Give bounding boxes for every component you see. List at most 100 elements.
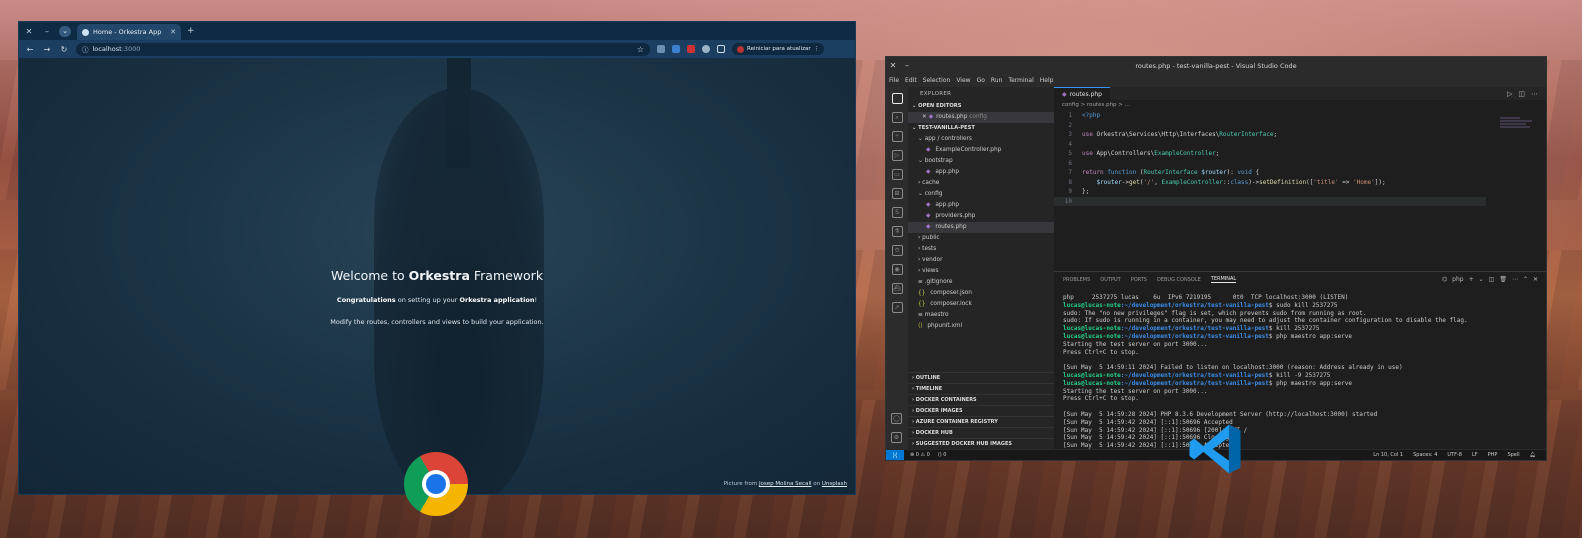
code-line[interactable]: 9}; bbox=[1054, 187, 1486, 197]
tree-item[interactable]: ◆ app.php bbox=[908, 167, 1054, 178]
panel-tab-output[interactable]: OUTPUT bbox=[1100, 277, 1120, 283]
close-icon[interactable]: ✕ bbox=[886, 61, 900, 70]
tab-close-icon[interactable]: ✕ bbox=[170, 28, 176, 36]
explorer-icon[interactable] bbox=[891, 93, 903, 104]
shell-label[interactable]: php bbox=[1452, 276, 1463, 283]
tree-item[interactable]: › vendor bbox=[908, 255, 1054, 266]
menu-view[interactable]: View bbox=[956, 77, 970, 84]
run-debug-icon[interactable]: ▷ bbox=[891, 150, 903, 161]
search-icon[interactable]: ⌕ bbox=[891, 112, 903, 123]
update-button[interactable]: Reiniciar para atualizar ⋮ bbox=[732, 43, 825, 55]
credit-site-link[interactable]: Unsplash bbox=[822, 481, 847, 487]
live-share-icon[interactable]: ↗ bbox=[891, 302, 903, 313]
minimize-icon[interactable]: – bbox=[41, 27, 53, 36]
more-actions-icon[interactable]: ⋯ bbox=[1531, 90, 1538, 98]
section-docker-hub[interactable]: › DOCKER HUB bbox=[908, 427, 1054, 438]
extension-translate-icon[interactable] bbox=[672, 45, 680, 53]
ports-status[interactable]: () 0 bbox=[938, 452, 947, 458]
terminal-shell-icon[interactable]: ⌬ bbox=[1442, 276, 1447, 283]
tree-item[interactable]: ◆ providers.php bbox=[908, 211, 1054, 222]
minimap[interactable] bbox=[1500, 117, 1536, 133]
extensions-puzzle-icon[interactable] bbox=[717, 45, 725, 53]
tree-item[interactable]: ≡ .gitignore bbox=[908, 277, 1054, 288]
editor-tab-routes[interactable]: ◆ routes.php bbox=[1054, 87, 1110, 100]
indentation-status[interactable]: Spaces: 4 bbox=[1413, 452, 1437, 458]
testing-icon[interactable]: ⚗ bbox=[891, 226, 903, 237]
tab-search-icon[interactable]: ⌄ bbox=[59, 25, 71, 37]
code-line[interactable]: 8 $router->get('/', ExampleController::c… bbox=[1054, 178, 1486, 188]
menu-help[interactable]: Help bbox=[1040, 77, 1054, 84]
github-icon[interactable]: ◉ bbox=[891, 264, 903, 275]
notifications-bell-icon[interactable]: 🔔︎ bbox=[1530, 452, 1536, 458]
tree-item[interactable]: ⌄ bootstrap bbox=[908, 156, 1054, 167]
ssh-icon[interactable]: S bbox=[891, 207, 903, 218]
minimize-icon[interactable]: – bbox=[900, 61, 914, 70]
panel-tab-debug-console[interactable]: DEBUG CONSOLE bbox=[1157, 277, 1201, 283]
code-line[interactable]: 3 use Orkestra\Services\Http\Interfaces\R… bbox=[1054, 130, 1486, 140]
problems-status[interactable]: ⊗ 0 ⚠ 0 bbox=[910, 452, 930, 458]
code-line[interactable]: 2 bbox=[1054, 121, 1486, 131]
remote-explorer-icon[interactable]: ▭ bbox=[891, 169, 903, 180]
address-bar[interactable]: ⓘ localhost:3000 ☆ bbox=[76, 42, 650, 56]
remote-indicator-icon[interactable]: ⟩⟨ bbox=[886, 449, 904, 460]
panel-tab-problems[interactable]: PROBLEMS bbox=[1063, 277, 1090, 283]
add-terminal-icon[interactable]: + bbox=[1469, 276, 1474, 283]
manage-gear-icon[interactable]: ⚙ bbox=[891, 432, 902, 443]
extensions-icon[interactable]: ⊞ bbox=[891, 188, 903, 199]
section-outline[interactable]: › OUTLINE bbox=[908, 372, 1054, 383]
tree-item[interactable]: ⟨⟩ phpunit.xml bbox=[908, 321, 1054, 332]
reload-icon[interactable]: ↻ bbox=[59, 45, 69, 54]
tree-item[interactable]: ◆ app.php bbox=[908, 200, 1054, 211]
account-icon[interactable]: ◯ bbox=[891, 413, 902, 424]
code-line[interactable]: 10 bbox=[1054, 196, 1486, 206]
tree-item[interactable]: › views bbox=[908, 266, 1054, 277]
timeline-icon[interactable]: ⏱ bbox=[891, 245, 903, 256]
tree-item[interactable]: {} composer.json bbox=[908, 288, 1054, 299]
menu-edit[interactable]: Edit bbox=[905, 77, 917, 84]
split-editor-icon[interactable]: ◫ bbox=[1518, 90, 1525, 98]
tree-item[interactable]: › tests bbox=[908, 244, 1054, 255]
tree-item[interactable]: › cache bbox=[908, 178, 1054, 189]
open-editors-section[interactable]: ⌄ OPEN EDITORS bbox=[908, 101, 1054, 112]
code-editor[interactable]: 1 <?php 2 3 use Orkestra\Services\Http\Inter… bbox=[1054, 111, 1486, 206]
chrome-tab-home[interactable]: Home - Orkestra App ✕ bbox=[77, 24, 181, 40]
tree-item[interactable]: ◆ ExampleController.php bbox=[908, 145, 1054, 156]
chevron-down-icon[interactable]: ⌄ bbox=[1479, 276, 1484, 283]
panel-tab-ports[interactable]: PORTS bbox=[1131, 277, 1147, 283]
menu-terminal[interactable]: Terminal bbox=[1008, 77, 1033, 84]
vscode-dock-icon[interactable] bbox=[1186, 420, 1244, 478]
menu-selection[interactable]: Selection bbox=[923, 77, 951, 84]
run-icon[interactable]: ▷ bbox=[1507, 90, 1512, 98]
section-suggested-docker-hub-images[interactable]: › SUGGESTED DOCKER HUB IMAGES bbox=[908, 438, 1054, 449]
menu-file[interactable]: File bbox=[889, 77, 899, 84]
tree-item[interactable]: › public bbox=[908, 233, 1054, 244]
open-editor-routes[interactable]: ✕ ◆ routes.php config bbox=[908, 112, 1054, 123]
extension-record-icon[interactable] bbox=[687, 45, 695, 53]
code-line[interactable]: 4 bbox=[1054, 140, 1486, 150]
trash-icon[interactable]: 🗑︎ bbox=[1499, 276, 1507, 283]
site-info-icon[interactable]: ⓘ bbox=[82, 44, 89, 54]
tree-item[interactable]: {} composer.lock bbox=[908, 299, 1054, 310]
docker-icon[interactable]: ⛴ bbox=[891, 283, 903, 294]
encoding-status[interactable]: UTF-8 bbox=[1447, 452, 1462, 458]
split-terminal-icon[interactable]: ◫ bbox=[1489, 276, 1495, 283]
code-line[interactable]: 6 bbox=[1054, 159, 1486, 169]
back-icon[interactable]: ← bbox=[25, 45, 35, 54]
menu-go[interactable]: Go bbox=[977, 77, 985, 84]
menu-run[interactable]: Run bbox=[991, 77, 1003, 84]
tree-item[interactable]: ≡ maestro bbox=[908, 310, 1054, 321]
tree-item[interactable]: ⌄ config bbox=[908, 189, 1054, 200]
eol-status[interactable]: LF bbox=[1472, 452, 1478, 458]
language-status[interactable]: PHP bbox=[1488, 452, 1498, 458]
section-docker-containers[interactable]: › DOCKER CONTAINERS bbox=[908, 394, 1054, 405]
credit-author-link[interactable]: Josep Molina Secall bbox=[759, 481, 812, 487]
section-azure-container-registry[interactable]: › AZURE CONTAINER REGISTRY bbox=[908, 416, 1054, 427]
new-tab-icon[interactable]: + bbox=[187, 26, 195, 36]
section-docker-images[interactable]: › DOCKER IMAGES bbox=[908, 405, 1054, 416]
tree-item[interactable]: ◆ routes.php bbox=[908, 222, 1054, 233]
forward-icon[interactable]: → bbox=[42, 45, 52, 54]
extension-camera-icon[interactable] bbox=[657, 45, 665, 53]
maximize-panel-icon[interactable]: ⌃ bbox=[1523, 276, 1528, 283]
cursor-position[interactable]: Ln 10, Col 1 bbox=[1373, 452, 1403, 458]
bookmark-star-icon[interactable]: ☆ bbox=[637, 45, 644, 54]
